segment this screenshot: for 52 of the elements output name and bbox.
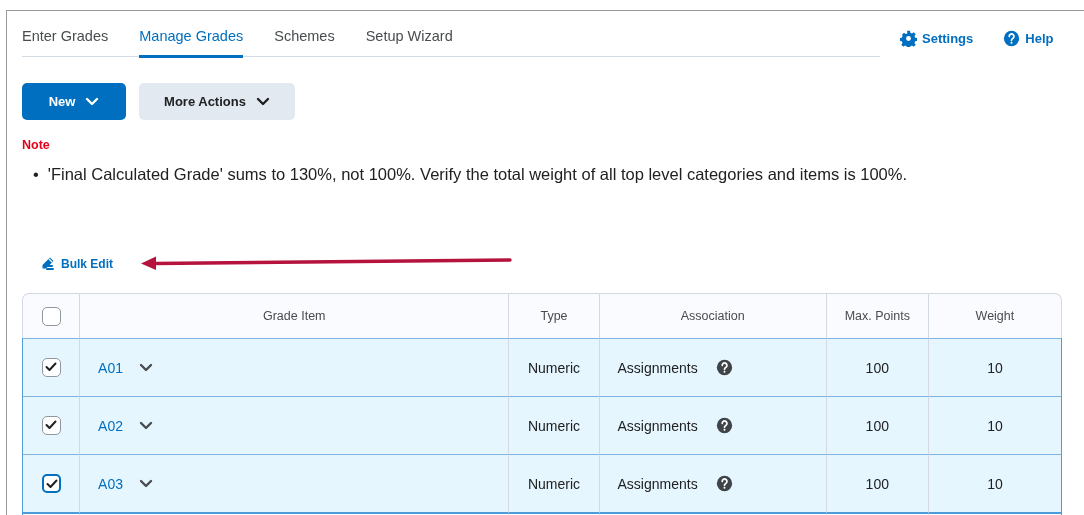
row-checkbox[interactable]: [41, 416, 61, 435]
association-cell: Assignments: [617, 417, 698, 434]
item-menu-button[interactable]: [138, 421, 153, 430]
column-header: Type: [540, 309, 568, 323]
help-link[interactable]: Help: [1003, 30, 1054, 47]
help-icon[interactable]: [715, 359, 733, 376]
chevron-down-icon: [138, 363, 153, 372]
type-cell: Numeric: [527, 475, 581, 492]
note-title: Note: [22, 138, 51, 152]
max-points-cell: 100: [865, 417, 889, 434]
more-actions-button[interactable]: More Actions: [139, 83, 295, 120]
max-points-cell: 100: [865, 359, 889, 376]
row-checkbox[interactable]: [41, 474, 61, 493]
column-header: Association: [680, 309, 745, 323]
settings-link[interactable]: Settings: [900, 30, 974, 47]
help-icon[interactable]: [715, 475, 733, 492]
grade-item-link[interactable]: A03: [98, 475, 123, 492]
row-checkbox[interactable]: [41, 358, 61, 377]
chevron-down-icon: [138, 479, 153, 488]
type-cell: Numeric: [527, 417, 581, 434]
note-message: 'Final Calculated Grade' sums to 130%, not 100%. Verify the total weight of all top level categories and items is 100%.: [47, 165, 908, 184]
association-cell: Assignments: [617, 359, 698, 376]
column-header: Grade Item: [263, 309, 326, 323]
grade-item-link[interactable]: A02: [98, 417, 123, 434]
chevron-down-icon: [255, 97, 270, 106]
weight-cell: 10: [987, 359, 1003, 376]
association-cell: Assignments: [617, 475, 698, 492]
new-button[interactable]: New: [22, 83, 126, 120]
help-icon: [1003, 30, 1021, 47]
item-menu-button[interactable]: [138, 363, 153, 372]
weight-cell: 10: [987, 475, 1003, 492]
tab[interactable]: Enter Grades: [22, 28, 109, 58]
help-icon[interactable]: [715, 417, 733, 434]
weight-cell: 10: [987, 417, 1003, 434]
tab[interactable]: Setup Wizard: [365, 28, 453, 58]
column-header: Weight: [975, 309, 1015, 323]
chevron-down-icon: [138, 421, 153, 430]
type-cell: Numeric: [527, 359, 581, 376]
bulk-edit-link[interactable]: Bulk Edit: [39, 256, 113, 272]
tab[interactable]: Manage Grades: [139, 28, 244, 58]
bullet: •: [33, 165, 39, 184]
tab[interactable]: Schemes: [274, 28, 335, 58]
select-all-checkbox[interactable]: [41, 306, 61, 326]
checkmark-icon: [44, 362, 57, 372]
chevron-down-icon: [85, 97, 100, 106]
checkmark-icon: [45, 479, 58, 489]
grade-item-link[interactable]: A01: [98, 359, 123, 376]
column-header: Max. Points: [844, 309, 910, 323]
max-points-cell: 100: [865, 475, 889, 492]
checkmark-icon: [44, 420, 57, 430]
settings-icon: [900, 30, 917, 47]
item-menu-button[interactable]: [138, 479, 153, 488]
